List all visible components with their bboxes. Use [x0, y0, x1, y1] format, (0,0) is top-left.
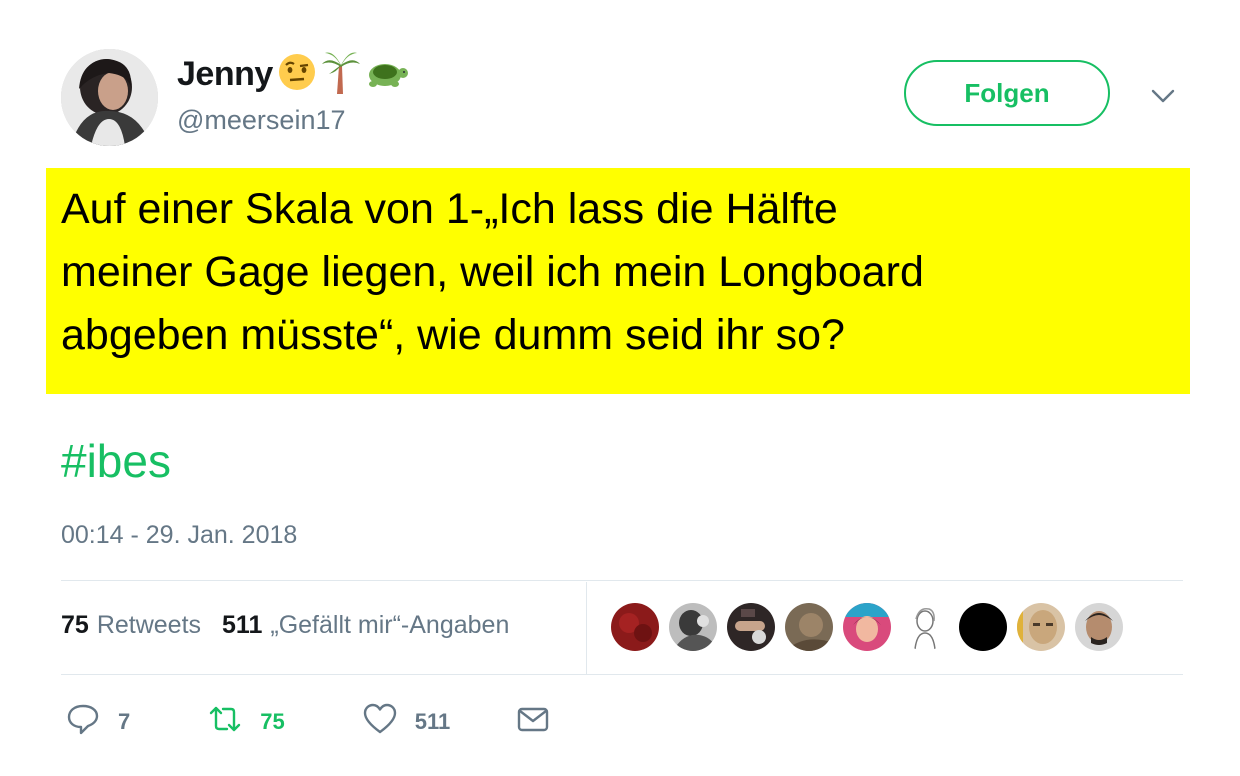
like-count: 511: [414, 708, 451, 734]
like-button[interactable]: 511: [363, 702, 451, 741]
name-row: Jenny: [177, 50, 409, 99]
hashtag-link[interactable]: #ibes: [61, 434, 171, 488]
display-name[interactable]: Jenny: [177, 55, 273, 94]
liker-avatar[interactable]: [1017, 603, 1065, 651]
palm-tree-icon: [321, 50, 361, 99]
avatar[interactable]: [61, 49, 158, 146]
retweets-stat[interactable]: 75 Retweets: [61, 611, 201, 640]
liker-avatar[interactable]: [611, 603, 659, 651]
turtle-icon: [365, 55, 409, 94]
tweet-timestamp[interactable]: 00:14 - 29. Jan. 2018: [61, 521, 297, 550]
envelope-icon: [516, 702, 550, 741]
heart-icon: [363, 702, 397, 741]
retweets-label: Retweets: [96, 611, 202, 639]
liker-avatar[interactable]: [669, 603, 717, 651]
tweet-actions: 7 75 511: [66, 702, 550, 741]
divider-bottom: [61, 674, 1183, 675]
reply-count: 7: [118, 708, 131, 734]
likes-count: 511: [222, 611, 263, 639]
likes-label: „Gefällt mir“-Angaben: [270, 611, 510, 639]
chevron-down-icon[interactable]: [1150, 86, 1176, 106]
liker-avatars: [611, 603, 1133, 651]
retweet-button[interactable]: 75: [208, 702, 285, 741]
retweets-count: 75: [61, 611, 89, 639]
liker-avatar[interactable]: [785, 603, 833, 651]
divider-top: [61, 580, 1183, 581]
face-with-raised-eyebrow-icon: [277, 52, 317, 97]
retweet-count: 75: [260, 708, 285, 734]
retweet-icon: [208, 702, 242, 741]
tweet-stats: 75 Retweets 511 „Gefällt mir“-Angaben: [61, 611, 509, 640]
liker-avatar[interactable]: [727, 603, 775, 651]
liker-avatar[interactable]: [1075, 603, 1123, 651]
stats-divider: [586, 582, 587, 674]
likes-stat[interactable]: 511 „Gefällt mir“-Angaben: [222, 611, 509, 640]
reply-button[interactable]: 7: [66, 702, 130, 741]
message-button[interactable]: [516, 702, 550, 741]
user-handle[interactable]: @meersein17: [177, 105, 346, 136]
tweet-text: Auf einer Skala von 1-„Ich lass die Hälf…: [61, 185, 924, 359]
reply-icon: [66, 702, 100, 741]
liker-avatar[interactable]: [959, 603, 1007, 651]
follow-button[interactable]: Folgen: [904, 60, 1110, 126]
liker-avatar[interactable]: [843, 603, 891, 651]
liker-avatar[interactable]: [901, 603, 949, 651]
